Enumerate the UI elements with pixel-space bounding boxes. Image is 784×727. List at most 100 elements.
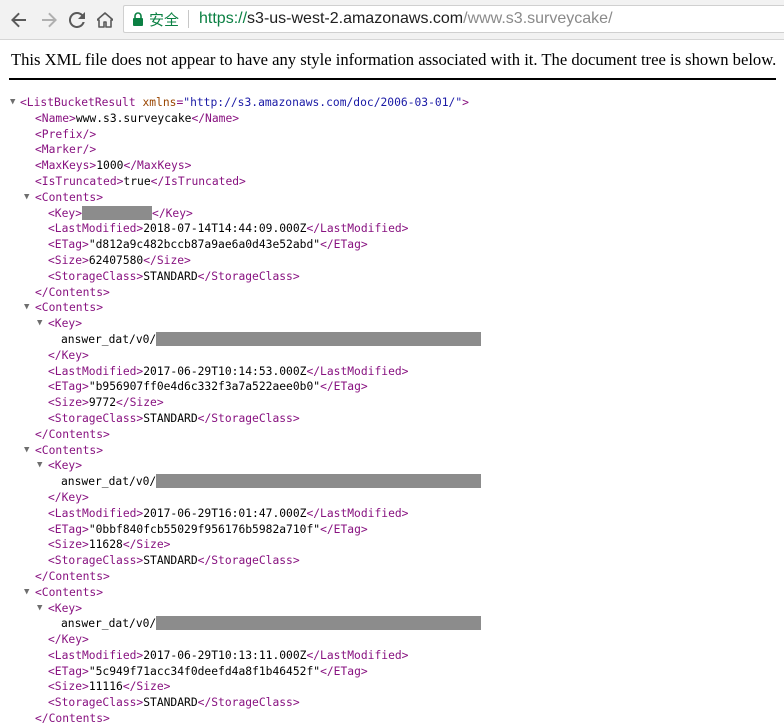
contents-open-tag: <Contents> (35, 585, 104, 599)
size-open-tag: <Size> (48, 680, 89, 694)
storageclass-line: <StorageClass>STANDARD</StorageClass> (0, 553, 784, 569)
size-value: 11628 (88, 538, 123, 552)
redacted-key (156, 616, 482, 631)
prefix-tag: <Prefix/> (35, 127, 97, 141)
contents-open-line: ▼ <Contents> (0, 300, 784, 316)
maxkeys-open-tag: <MaxKeys> (35, 159, 97, 173)
maxkeys-value: 1000 (96, 159, 124, 173)
url-separator (188, 10, 190, 28)
collapse-toggle-icon[interactable]: ▼ (37, 601, 42, 617)
etag-value: "0bbf840fcb55029f956176b5982a710f" (88, 522, 321, 536)
lastmodified-open-tag: <LastModified> (48, 222, 144, 236)
redacted-key (82, 205, 153, 220)
storageclass-value: STANDARD (143, 696, 198, 710)
lastmodified-close-tag: </LastModified> (306, 506, 409, 520)
etag-close-tag: </ETag> (320, 522, 368, 536)
istruncated-line: <IsTruncated>true</IsTruncated> (0, 174, 784, 190)
etag-value: "d812a9c482bccb87a9ae6a0d43e52abd" (88, 238, 321, 252)
contents-close-tag: </Contents> (35, 569, 110, 583)
contents-open-tag: <Contents> (35, 190, 104, 204)
etag-open-tag: <ETag> (48, 238, 89, 252)
root-open-bracket: > (462, 96, 469, 109)
collapse-toggle-icon[interactable]: ▼ (24, 585, 29, 601)
name-open-tag: <Name> (35, 111, 76, 125)
key-prefix-value: answer_dat/v0/ (61, 617, 157, 631)
key-close-line: </Key> (0, 632, 784, 648)
size-line: <Size>62407580</Size> (0, 253, 784, 269)
collapse-toggle-icon[interactable]: ▼ (24, 443, 29, 459)
contents-close-tag: </Contents> (35, 285, 110, 299)
key-close-line: </Key> (0, 348, 784, 364)
collapse-toggle-icon[interactable]: ▼ (37, 316, 42, 332)
contents-close-tag: </Contents> (35, 427, 110, 441)
contents-open-tag: <Contents> (35, 443, 104, 457)
size-open-tag: <Size> (48, 538, 89, 552)
lastmodified-close-tag: </LastModified> (306, 364, 409, 378)
storageclass-line: <StorageClass>STANDARD</StorageClass> (0, 269, 784, 285)
contents-close-line: </Contents> (0, 569, 784, 585)
collapse-toggle-icon[interactable]: ▼ (24, 190, 29, 206)
url-scheme: https:// (199, 10, 248, 27)
collapse-toggle-icon[interactable]: ▼ (24, 300, 29, 316)
etag-open-tag: <ETag> (48, 522, 89, 536)
key-open-tag: <Key> (48, 601, 83, 615)
secure-label: 安全 (149, 11, 180, 29)
key-close-tag: </Key> (48, 348, 89, 362)
reload-button[interactable] (65, 8, 89, 32)
storageclass-line: <StorageClass>STANDARD</StorageClass> (0, 411, 784, 427)
key-prefix-value: answer_dat/v0/ (61, 475, 157, 489)
key-prefix-value: answer_dat/v0/ (61, 332, 157, 346)
marker-tag: <Marker/> (35, 143, 97, 157)
key-open-tag: <Key> (48, 317, 83, 331)
contents-close-line: </Contents> (0, 285, 784, 301)
etag-value: "5c949f71acc34f0deefd4a8f1b46452f" (88, 664, 321, 678)
etag-close-tag: </ETag> (320, 664, 368, 678)
lastmodified-line: <LastModified>2018-07-14T14:44:09.000Z</… (0, 221, 784, 237)
key-open-line: ▼ <Key> (0, 458, 784, 474)
lastmodified-open-tag: <LastModified> (48, 506, 144, 520)
xmlns-attr-name: xmlns (142, 96, 177, 109)
size-open-tag: <Size> (48, 253, 89, 267)
lastmodified-close-tag: </LastModified> (306, 648, 409, 662)
contents-open-line: ▼ <Contents> (0, 190, 784, 206)
collapse-toggle-icon[interactable]: ▼ (37, 458, 42, 474)
redacted-key (156, 331, 482, 346)
url-host: s3-us-west-2.amazonaws.com (247, 10, 464, 27)
key-open-tag: <Key> (48, 206, 83, 220)
lastmodified-line: <LastModified>2017-06-29T10:14:53.000Z</… (0, 364, 784, 380)
forward-button[interactable] (37, 8, 61, 32)
storageclass-close-tag: </StorageClass> (197, 269, 300, 283)
storageclass-line: <StorageClass>STANDARD</StorageClass> (0, 695, 784, 711)
storageclass-open-tag: <StorageClass> (48, 269, 144, 283)
contents-close-line: </Contents> (0, 711, 784, 727)
back-button[interactable] (7, 8, 31, 32)
storageclass-value: STANDARD (143, 554, 198, 568)
etag-close-tag: </ETag> (320, 380, 368, 394)
prefix-line: <Prefix/> (0, 127, 784, 143)
xml-style-notice: This XML file does not appear to have an… (11, 50, 777, 69)
maxkeys-line: <MaxKeys>1000</MaxKeys> (0, 158, 784, 174)
xml-document-tree: ▼ <ListBucketResult xmlns="http://s3.amaz… (0, 95, 784, 727)
key-line: <Key> </Key> (0, 205, 784, 222)
etag-line: <ETag>"d812a9c482bccb87a9ae6a0d43e52abd"… (0, 237, 784, 253)
home-button[interactable] (93, 8, 117, 32)
redacted-key (156, 474, 482, 489)
lastmodified-line: <LastModified>2017-06-29T10:13:11.000Z</… (0, 648, 784, 664)
lastmodified-open-tag: <LastModified> (48, 648, 144, 662)
lastmodified-open-tag: <LastModified> (48, 364, 144, 378)
contents-close-tag: </Contents> (35, 712, 110, 726)
address-bar[interactable]: 安全 https:// s3-us-west-2.amazonaws.com /… (123, 5, 784, 33)
storageclass-open-tag: <StorageClass> (48, 696, 144, 710)
storageclass-close-tag: </StorageClass> (197, 411, 300, 425)
xml-root-line: ▼ <ListBucketResult xmlns="http://s3.amaz… (10, 95, 469, 111)
size-close-tag: </Size> (122, 680, 171, 694)
xmlns-attr-value: "http://s3.amazonaws.com/doc/2006-03-01/… (183, 96, 463, 109)
lastmodified-value: 2017-06-29T16:01:47.000Z (143, 506, 307, 520)
lastmodified-value: 2018-07-14T14:44:09.000Z (143, 222, 307, 236)
key-value-line: answer_dat/v0/ (0, 331, 784, 348)
key-close-tag: </Key> (152, 206, 193, 220)
collapse-toggle-icon[interactable]: ▼ (10, 95, 15, 111)
size-close-tag: </Size> (116, 396, 164, 410)
reload-icon (69, 12, 85, 28)
key-open-line: ▼ <Key> (0, 601, 784, 617)
